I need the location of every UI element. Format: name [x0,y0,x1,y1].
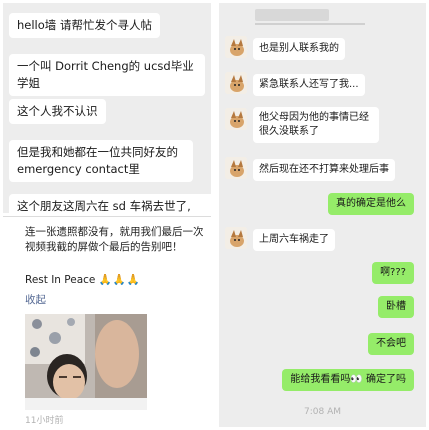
outgoing-message: 真的确定是他么 [328,193,414,215]
post-rip-line: Rest In Peace 🙏🙏🙏 [25,273,141,286]
avatar[interactable] [225,157,247,179]
message-bubble: 但是我和她都在一位共同好友的 emergency contact里 [9,140,193,182]
avatar[interactable] [225,36,247,58]
incoming-message: 上周六车祸走了 [253,229,335,251]
dog-avatar-icon [225,36,247,58]
rip-text: Rest In Peace [25,274,96,286]
outgoing-message: 卧槽 [378,296,414,318]
dog-avatar-icon [225,157,247,179]
photo-image [25,314,147,410]
message-bubble: 这个朋友这周六在 sd 车祸去世了, [9,194,211,213]
message-bubble: hello墙 请帮忙发个寻人帖 [9,13,160,38]
moments-post: 连一张遗照都没有，就用我们最后一次视频我截的屏做个最后的告别吧！ Rest In… [3,216,211,427]
avatar[interactable] [225,227,247,249]
incoming-message: 也是别人联系我的 [253,38,345,60]
message-bubble: 这个人我不认识 [9,99,106,124]
dog-avatar-icon [225,72,247,94]
post-text: 连一张遗照都没有，就用我们最后一次视频我截的屏做个最后的告别吧！ [25,226,204,253]
post-photo[interactable] [25,314,147,410]
left-chat-panel: hello墙 请帮忙发个寻人帖 一个叫 Dorrit Cheng的 ucsd毕业… [3,3,211,213]
post-timestamp: 11小时前 [25,416,64,426]
outgoing-message: 不会吧 [368,333,414,355]
chat-timestamp: 7:08 AM [304,407,341,417]
dog-avatar-icon [225,108,247,130]
avatar[interactable] [225,72,247,94]
right-chat-panel: 也是别人联系我的 紧急联系人还写了我... 他父母因为他的事情已经很久没联系了 [219,3,426,427]
top-strip [255,9,329,21]
top-divider [255,23,365,25]
incoming-message: 紧急联系人还写了我... [253,74,365,96]
message-bubble: 一个叫 Dorrit Cheng的 ucsd毕业学姐 [9,54,205,96]
praying-hands-icon: 🙏🙏🙏 [98,274,141,286]
avatar[interactable] [225,108,247,130]
collapse-link[interactable]: 收起 [25,292,46,307]
incoming-message: 然后现在还不打算来处理后事 [253,159,395,181]
incoming-message: 他父母因为他的事情已经很久没联系了 [253,107,379,143]
outgoing-message: 啊??? [372,262,414,284]
outgoing-message: 能给我看看吗👀 确定了吗 [282,369,414,391]
watermark-text: n [200,196,217,221]
dog-avatar-icon [225,227,247,249]
